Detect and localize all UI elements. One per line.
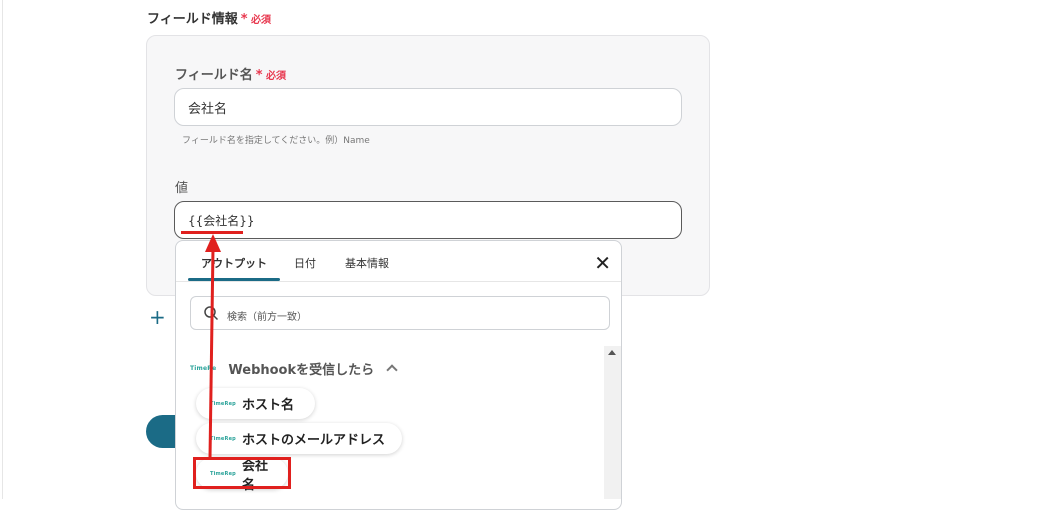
tab-output[interactable]: アウトプット (201, 255, 267, 271)
search-icon (204, 306, 219, 321)
field-name-label: フィールド名 * 必須 (175, 68, 287, 83)
search-placeholder: 検索（前方一致） (227, 312, 307, 323)
value-input[interactable]: {{会社名}} (174, 201, 682, 239)
section-title-text: フィールド情報 (147, 12, 238, 27)
scroll-up-icon[interactable] (608, 350, 616, 355)
output-item-host-email[interactable]: TimeRep ホストのメールアドレス (196, 423, 402, 454)
value-input-value: {{会社名}} (188, 213, 255, 228)
active-tab-indicator (188, 278, 280, 281)
page-left-border (2, 0, 3, 499)
output-item-host-name[interactable]: TimeRep ホスト名 (196, 388, 315, 419)
tab-basic-info[interactable]: 基本情報 (345, 255, 389, 271)
chevron-up-icon (386, 364, 398, 376)
picker-tabs: アウトプット 日付 基本情報 ✕ (176, 241, 621, 282)
close-icon[interactable]: ✕ (594, 253, 611, 273)
timerex-logo: TimeRep (210, 435, 236, 442)
field-name-hint: フィールド名を指定してください。例）Name (182, 136, 370, 146)
value-annotation-underline (181, 231, 243, 234)
required-badge: * 必須 (255, 68, 287, 83)
annotation-highlight-box (193, 457, 291, 489)
timerex-logo: TimeRe (190, 364, 217, 372)
section-title: フィールド情報 * 必須 (147, 8, 271, 27)
output-group-title: Webhookを受信したら (228, 362, 375, 378)
output-group-header[interactable]: TimeRe Webhookを受信したら (190, 359, 398, 378)
timerex-logo: TimeRep (210, 400, 236, 407)
picker-search-input[interactable]: 検索（前方一致） (190, 296, 610, 330)
field-name-input-value: 会社名 (188, 101, 228, 117)
tab-date[interactable]: 日付 (294, 255, 316, 271)
required-badge: * 必須 (240, 12, 272, 27)
picker-scrollbar[interactable] (604, 346, 621, 499)
value-label: 値 (175, 181, 189, 196)
field-name-input[interactable]: 会社名 (174, 88, 682, 126)
add-field-button[interactable]: + (149, 307, 166, 327)
